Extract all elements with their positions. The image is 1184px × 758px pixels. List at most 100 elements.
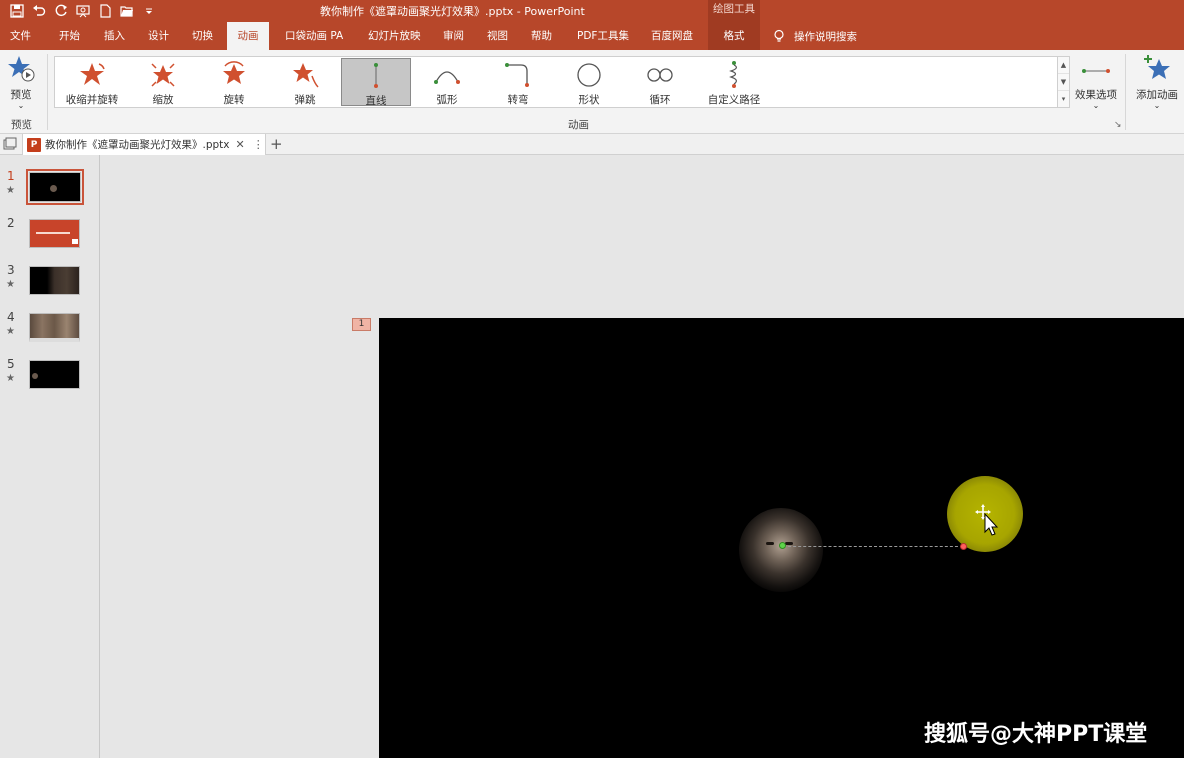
tab-baidu-pan[interactable]: 百度网盘 (645, 22, 699, 50)
shrink-turn-star-icon (80, 63, 105, 85)
slide-number: 5 (7, 357, 15, 371)
anim-shrink-and-turn[interactable]: 收缩并旋转 (57, 58, 127, 106)
chevron-down-icon: ⌄ (17, 101, 25, 110)
scroll-up-icon[interactable]: ▲ (1058, 57, 1069, 74)
title-bar: 教你制作《遮罩动画聚光灯效果》.pptx - PowerPoint 绘图工具 (0, 0, 1184, 22)
tab-view[interactable]: 视图 (481, 22, 514, 50)
effect-options-label: 效果选项 (1075, 89, 1117, 101)
gallery-scrollbar[interactable]: ▲ ▼ ▾ (1058, 56, 1070, 108)
loop-path-icon (647, 68, 673, 82)
spin-star-icon (223, 61, 245, 84)
customize-icon[interactable] (140, 2, 158, 20)
anim-custom-path[interactable]: 自定义路径 (696, 58, 772, 106)
thumbnail-slide-2[interactable]: 2 (0, 216, 100, 256)
thumbnail-slide-5[interactable]: 5 ★ (0, 357, 100, 397)
gallery-more-icon[interactable]: ▾ (1058, 91, 1069, 108)
document-name: 教你制作《遮罩动画聚光灯效果》.pptx (45, 139, 230, 151)
powerpoint-icon: P (27, 137, 41, 152)
slide-preview (29, 313, 80, 342)
anim-loop-path[interactable]: 循环 (625, 58, 695, 106)
anim-label: 收缩并旋转 (65, 94, 119, 106)
tab-pocket-animation[interactable]: 口袋动画 PA (279, 22, 349, 50)
slide-thumbnail-pane: 1 ★ 2 3 ★ 4 ★ 5 ★ (0, 155, 100, 758)
anim-bounce[interactable]: 弹跳 (270, 58, 340, 106)
anim-zoom[interactable]: 缩放 (128, 58, 198, 106)
tab-pdf-tools[interactable]: PDF工具集 (571, 22, 635, 50)
animation-star-icon: ★ (6, 279, 15, 290)
anim-shape-path[interactable]: 形状 (554, 58, 624, 106)
thumbnail-slide-1[interactable]: 1 ★ (0, 169, 100, 209)
redo-icon[interactable] (52, 2, 70, 20)
tab-navigation-icon[interactable] (3, 137, 17, 151)
tab-animations[interactable]: 动画 (227, 22, 269, 50)
anim-spin[interactable]: 旋转 (199, 58, 269, 106)
line-path-icon (374, 63, 378, 88)
tab-format[interactable]: 格式 (708, 22, 760, 50)
turn-path-icon (505, 63, 529, 87)
tell-me-search[interactable]: 操作说明搜索 (772, 22, 857, 50)
slideshow-icon[interactable] (74, 2, 92, 20)
path-start-point[interactable] (779, 542, 786, 549)
quick-access-toolbar (8, 2, 158, 20)
zoom-star-icon (151, 63, 175, 87)
tab-design[interactable]: 设计 (142, 22, 175, 50)
group-divider (47, 54, 48, 130)
slide-number: 2 (7, 216, 15, 230)
anim-label: 循环 (649, 94, 671, 106)
tab-slideshow[interactable]: 幻灯片放映 (362, 22, 427, 50)
undo-icon[interactable] (30, 2, 48, 20)
animation-order-tag[interactable]: 1 (352, 318, 371, 331)
scroll-down-icon[interactable]: ▼ (1058, 74, 1069, 91)
tab-insert[interactable]: 插入 (98, 22, 131, 50)
tab-help[interactable]: 帮助 (525, 22, 558, 50)
current-slide[interactable] (379, 318, 1184, 758)
shape-path-icon (577, 63, 601, 87)
add-tab-button[interactable]: + (270, 135, 283, 153)
tab-review[interactable]: 审阅 (437, 22, 470, 50)
more-icon[interactable]: ⋮ (253, 138, 264, 151)
slide-preview (26, 169, 84, 205)
add-animation-button[interactable]: 添加动画 ⌄ (1130, 54, 1184, 114)
chevron-down-icon: ⌄ (1092, 101, 1100, 110)
preview-group-label: 预览 (11, 119, 32, 131)
anim-label: 直线 (365, 95, 387, 107)
anim-label: 缩放 (152, 94, 174, 106)
preview-button[interactable]: 预览 ⌄ (4, 54, 38, 114)
anim-arc-path[interactable]: 弧形 (412, 58, 482, 106)
document-tab[interactable]: P 教你制作《遮罩动画聚光灯效果》.pptx ✕ ⋮ (22, 134, 266, 155)
thumbnail-slide-4[interactable]: 4 ★ (0, 310, 100, 350)
face-photo[interactable] (739, 508, 823, 592)
close-icon[interactable]: ✕ (236, 138, 245, 151)
anim-label: 形状 (578, 94, 600, 106)
tab-home[interactable]: 开始 (53, 22, 86, 50)
motion-path-line[interactable] (783, 546, 963, 547)
tab-file[interactable]: 文件 (4, 22, 37, 50)
slide-preview (29, 266, 80, 295)
slide-number: 3 (7, 263, 15, 277)
ribbon-tabs: 文件 开始 插入 设计 切换 动画 口袋动画 PA 幻灯片放映 审阅 视图 帮助… (0, 22, 1184, 50)
watermark-text: 搜狐号@大神PPT课堂 (924, 722, 1148, 747)
anim-line-path[interactable]: 直线 (341, 58, 411, 107)
move-cursor-icon (975, 504, 999, 536)
anim-label: 转弯 (507, 94, 529, 106)
dialog-launcher-icon[interactable]: ↘ (1114, 120, 1122, 130)
add-animation-star-icon (1144, 55, 1170, 79)
arc-path-icon (434, 71, 460, 84)
new-file-icon[interactable] (96, 2, 114, 20)
group-divider (1125, 54, 1126, 130)
anim-label: 弧形 (436, 94, 458, 106)
lightbulb-icon (774, 29, 784, 42)
face-eye-right (785, 542, 793, 545)
save-icon[interactable] (8, 2, 26, 20)
anim-turn-path[interactable]: 转弯 (483, 58, 553, 106)
path-end-point[interactable] (960, 543, 967, 550)
thumbnail-slide-3[interactable]: 3 ★ (0, 263, 100, 303)
effect-options-button[interactable]: 效果选项 ⌄ (1072, 58, 1120, 114)
bounce-star-icon (293, 63, 319, 88)
tab-transitions[interactable]: 切换 (186, 22, 219, 50)
tell-me-label: 操作说明搜索 (794, 30, 857, 43)
open-folder-icon[interactable] (118, 2, 136, 20)
animation-star-icon: ★ (6, 185, 15, 196)
document-tab-bar: P 教你制作《遮罩动画聚光灯效果》.pptx ✕ ⋮ + (0, 134, 1184, 155)
slide-number: 1 (7, 169, 15, 183)
